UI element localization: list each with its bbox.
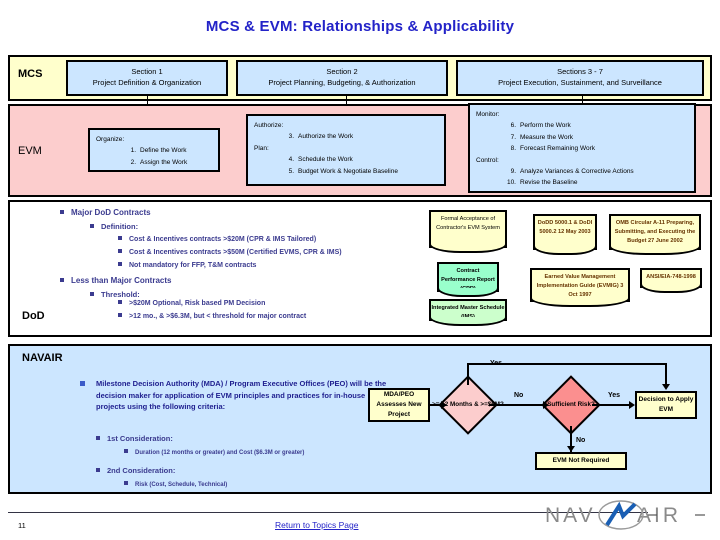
doc-formal-acceptance[interactable]: Formal Acceptance of Contractor's EVM Sy… <box>429 210 507 253</box>
navair-consideration-1-sub: Duration (12 months or greater) and Cost… <box>124 449 304 456</box>
flow-label-no-1: No <box>514 392 524 399</box>
page-number: 11 <box>18 521 26 530</box>
dod-bullet-not-mandatory: Not mandatory for FFP, T&M contracts <box>118 262 256 269</box>
doc-ansi-eia-748[interactable]: ANSI/EIA-748-1998 <box>640 268 702 293</box>
flow-arrow-yes-down <box>665 363 667 385</box>
mcs-section-3-box[interactable]: Sections 3 - 7 Project Execution, Sustai… <box>456 60 704 96</box>
dod-bullet-less-than-major: Less than Major Contracts <box>60 276 171 285</box>
dod-bullet-major-contracts: Major DoD Contracts <box>60 208 151 217</box>
flow-arrowhead-4 <box>567 446 575 452</box>
doc-ims[interactable]: Integrated Master Schedule (IMS) <box>429 299 507 326</box>
navair-main-bullet: Milestone Decision Authority (MDA) / Pro… <box>80 378 396 413</box>
dod-row-label: DoD <box>22 310 45 322</box>
evm-organize-box[interactable]: Organize: 1. Define the Work 2. Assign the… <box>88 128 220 172</box>
return-to-topics-link[interactable]: Return to Topics Page <box>275 520 358 530</box>
evm-plan-heading: Plan: <box>254 144 269 152</box>
evm-authorize-plan-box[interactable]: Authorize: 3. Authorize the Work Plan: 4.… <box>246 114 446 186</box>
slide: MCS & EVM: Relationships & Applicability… <box>0 0 720 540</box>
navair-logo-text-left: NAV <box>545 504 596 527</box>
evm-control-heading: Control: <box>476 156 499 164</box>
evm-step-7: 7. Measure the Work <box>510 133 573 141</box>
evm-step-5: 5. Budget Work & Negotiate Baseline <box>288 167 398 175</box>
doc-omb-circular[interactable]: OMB Circular A-11 Preparing, Submitting,… <box>609 214 701 255</box>
flow-arrow-yes-up <box>467 363 469 385</box>
flow-start-box[interactable]: MDA/PEO Assesses New Project <box>368 388 430 422</box>
navair-consideration-1: 1st Consideration: <box>96 434 173 443</box>
flow-label-no-2: No <box>576 437 586 444</box>
flow-label-yes-top: Yes <box>490 360 503 367</box>
evm-organize-heading: Organize: <box>96 136 125 143</box>
evm-step-8: 8. Forecast Remaining Work <box>510 145 596 153</box>
mcs-row-label: MCS <box>18 68 43 80</box>
dod-bullet-threshold: Threshold: <box>90 290 140 299</box>
flow-arrow-3 <box>592 404 630 406</box>
flow-arrowhead-2 <box>543 401 549 409</box>
evm-step-6: 6. Perform the Work <box>510 122 571 130</box>
navair-consideration-2-sub: Risk (Cost, Schedule, Technical) <box>124 481 227 488</box>
dod-bullet-definition: Definition: <box>90 222 138 231</box>
evm-monitor-heading: Monitor: <box>476 111 500 118</box>
flow-label-yes-2: Yes <box>608 392 621 399</box>
doc-dodd-5000[interactable]: DoDD 5000.1 & DoDI 5000.2 12 May 2003 <box>533 214 597 255</box>
dod-bullet-cost-20m: Cost & Incentives contracts >$20M (CPR &… <box>118 236 316 243</box>
flow-arrowhead-1 <box>441 401 447 409</box>
mcs-section-2-desc: Project Planning, Budgeting, & Authoriza… <box>268 78 416 88</box>
navair-row-label: NAVAIR <box>22 352 63 364</box>
evm-step-10: 10. Revise the Baseline <box>506 179 578 187</box>
bullet-square-icon <box>80 381 85 386</box>
evm-step-1: 1. Define the Work <box>130 147 187 155</box>
evm-authorize-heading: Authorize: <box>254 122 284 129</box>
mcs-section-3-desc: Project Execution, Sustainment, and Surv… <box>498 78 662 88</box>
mcs-section-1-desc: Project Definition & Organization <box>92 78 202 88</box>
navair-logo: NAV AIR <box>545 500 705 530</box>
flow-evm-not-required-box[interactable]: EVM Not Required <box>535 452 627 470</box>
doc-cpr[interactable]: Contract Performance Report (CPR) <box>437 262 499 297</box>
flow-arrowhead-yes <box>662 384 670 390</box>
mcs-section-1-title: Section 1 <box>131 67 163 76</box>
mcs-section-2-box[interactable]: Section 2 Project Planning, Budgeting, &… <box>236 60 448 96</box>
navair-consideration-2: 2nd Consideration: <box>96 466 175 475</box>
evm-step-4: 4. Schedule the Work <box>288 156 353 164</box>
flow-decision-duration-cost[interactable]: >= 12 Months & >=$6M? <box>432 375 504 435</box>
dod-bullet-cost-50m: Cost & Incentives contracts >$50M (Certi… <box>118 249 342 256</box>
dod-bullet-12mo: >12 mo., & >$6.3M, but < threshold for m… <box>118 313 306 320</box>
evm-step-9: 9. Analyze Variances & Corrective Actions <box>510 167 634 175</box>
mcs-section-1-box[interactable]: Section 1 Project Definition & Organizat… <box>66 60 228 96</box>
flow-decision-risk[interactable]: Sufficient Risk? <box>541 375 601 435</box>
doc-evmig[interactable]: Earned Value Management Implementation G… <box>530 268 630 307</box>
dod-bullet-20m-optional: >$20M Optional, Risk based PM Decision <box>118 300 265 307</box>
flow-arrow-2 <box>489 404 544 406</box>
evm-row-label: EVM <box>18 145 42 157</box>
evm-monitor-control-box[interactable]: Monitor: 6. Perform the Work 7. Measure th… <box>468 103 696 193</box>
mcs-section-3-title: Sections 3 - 7 <box>557 67 603 76</box>
page-title: MCS & EVM: Relationships & Applicability <box>205 18 515 35</box>
evm-step-3: 3. Authorize the Work <box>288 133 354 141</box>
mcs-section-2-title: Section 2 <box>326 67 358 76</box>
flow-arrowhead-3 <box>629 401 635 409</box>
evm-step-2: 2. Assign the Work <box>130 158 188 166</box>
flow-apply-evm-box[interactable]: Decision to Apply EVM <box>635 391 697 419</box>
